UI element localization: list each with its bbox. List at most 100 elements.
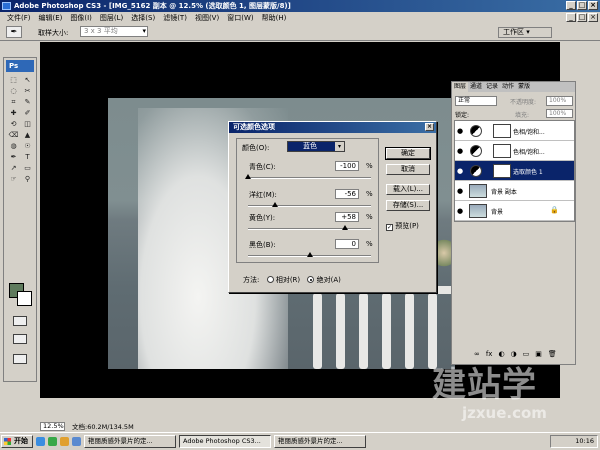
- magic-wand-tool-icon[interactable]: ✂: [21, 86, 34, 96]
- layer-row-selected[interactable]: ● 选取颜色 1: [455, 161, 574, 181]
- tab-masks[interactable]: 蒙版: [516, 82, 532, 92]
- menu-file[interactable]: 文件(F): [3, 13, 35, 23]
- black-slider-thumb[interactable]: [306, 252, 313, 257]
- save-button[interactable]: 存储(S)...: [386, 200, 430, 211]
- load-button[interactable]: 载入(L)...: [386, 184, 430, 195]
- menu-view[interactable]: 视图(V): [191, 13, 223, 23]
- ie-icon[interactable]: [36, 437, 45, 446]
- clock[interactable]: 10:16: [575, 436, 594, 447]
- tab-channels[interactable]: 通道: [468, 82, 484, 92]
- minimize-button[interactable]: _: [566, 1, 576, 10]
- background-color-swatch[interactable]: [17, 291, 32, 306]
- shape-tool-icon[interactable]: ▭: [21, 163, 34, 173]
- screen-mode-icon[interactable]: [13, 334, 27, 344]
- clone-stamp-tool-icon[interactable]: ◫: [21, 119, 34, 129]
- sample-size-select[interactable]: 3 x 3 平均: [80, 26, 148, 37]
- maximize-button[interactable]: □: [577, 1, 587, 10]
- crop-tool-icon[interactable]: ⌗: [7, 97, 20, 107]
- doc-maximize-button[interactable]: □: [577, 13, 587, 22]
- yellow-slider-thumb[interactable]: [342, 225, 349, 230]
- yellow-input[interactable]: +58: [335, 212, 359, 222]
- yellow-slider-track[interactable]: [248, 225, 371, 230]
- blur-tool-icon[interactable]: ◍: [7, 141, 20, 151]
- magenta-input[interactable]: -56: [335, 189, 359, 199]
- tab-layers[interactable]: 图层: [452, 82, 469, 92]
- dialog-close-button[interactable]: ×: [425, 123, 434, 131]
- tab-actions[interactable]: 动作: [500, 82, 516, 92]
- workspace-button[interactable]: 工作区 ▾: [498, 27, 552, 38]
- link-layers-icon[interactable]: ∞: [474, 350, 480, 358]
- document-size[interactable]: 文档:60.2M/134.5M: [72, 422, 134, 432]
- menu-filter[interactable]: 滤镜(T): [159, 13, 191, 23]
- trash-icon[interactable]: 🗑: [548, 350, 557, 358]
- start-button[interactable]: 开始: [1, 435, 33, 448]
- dodge-tool-icon[interactable]: ☉: [21, 141, 34, 151]
- task-button-explorer[interactable]: 艳丽质感外景片的定...: [84, 435, 176, 448]
- task-button-browser[interactable]: 艳丽质感外景片的定...: [274, 435, 366, 448]
- move-tool-icon[interactable]: ↖: [21, 75, 34, 85]
- tab-history[interactable]: 记录: [484, 82, 500, 92]
- opacity-input[interactable]: 100%: [546, 96, 573, 106]
- eye-icon[interactable]: ●: [457, 187, 465, 195]
- cyan-input[interactable]: -100: [335, 161, 359, 171]
- magenta-slider-track[interactable]: [248, 202, 371, 207]
- hand-tool-icon[interactable]: ☞: [7, 174, 20, 184]
- lasso-tool-icon[interactable]: ◌: [7, 86, 20, 96]
- menu-help[interactable]: 帮助(H): [258, 13, 291, 23]
- add-mask-icon[interactable]: ◐: [498, 350, 504, 358]
- close-button[interactable]: ×: [588, 1, 598, 10]
- eye-icon[interactable]: ●: [457, 127, 465, 135]
- zoom-tool-icon[interactable]: ⚲: [21, 174, 34, 184]
- folder-icon[interactable]: [60, 437, 69, 446]
- eraser-tool-icon[interactable]: ⌫: [7, 130, 20, 140]
- layer-row[interactable]: ● 色相/饱和...: [455, 141, 574, 161]
- layer-mask-thumb[interactable]: [493, 144, 511, 158]
- layer-row[interactable]: ● 背景 副本: [455, 181, 574, 201]
- slice-tool-icon[interactable]: ✎: [21, 97, 34, 107]
- adjustment-icon[interactable]: ◑: [511, 350, 517, 358]
- media-icon[interactable]: [48, 437, 57, 446]
- healing-tool-icon[interactable]: ✚: [7, 108, 20, 118]
- marquee-tool-icon[interactable]: ⬚: [7, 75, 20, 85]
- eye-icon[interactable]: ●: [457, 147, 465, 155]
- eye-icon[interactable]: ●: [457, 167, 465, 175]
- group-icon[interactable]: ▭: [523, 350, 530, 358]
- preview-option[interactable]: ✓ 预览(P): [386, 221, 419, 231]
- ok-button[interactable]: 确定: [385, 147, 431, 160]
- doc-minimize-button[interactable]: _: [566, 13, 576, 22]
- absolute-radio[interactable]: [307, 276, 315, 283]
- color-select[interactable]: 蓝色 ▾: [287, 141, 345, 152]
- path-select-tool-icon[interactable]: ↗: [7, 163, 20, 173]
- menu-window[interactable]: 窗口(W): [223, 13, 257, 23]
- preview-checkbox[interactable]: ✓: [386, 224, 393, 231]
- magenta-slider-thumb[interactable]: [272, 202, 279, 207]
- layer-row[interactable]: ● 色相/饱和...: [455, 121, 574, 141]
- brush-tool-icon[interactable]: ✐: [21, 108, 34, 118]
- type-tool-icon[interactable]: T: [21, 152, 34, 162]
- gradient-tool-icon[interactable]: ▲: [21, 130, 34, 140]
- black-slider-track[interactable]: [248, 252, 371, 257]
- pen-tool-icon[interactable]: ✒: [7, 152, 20, 162]
- cyan-slider-thumb[interactable]: [245, 174, 251, 179]
- relative-radio[interactable]: [266, 276, 274, 283]
- cyan-slider-track[interactable]: [245, 174, 371, 179]
- zoom-input[interactable]: 12.5%: [40, 422, 65, 431]
- layer-row[interactable]: ● 背景 🔒: [455, 201, 574, 221]
- menu-edit[interactable]: 编辑(E): [35, 13, 67, 23]
- imageready-icon[interactable]: [13, 354, 27, 364]
- layer-mask-thumb[interactable]: [493, 164, 511, 178]
- blend-mode-select[interactable]: 正常: [455, 96, 497, 106]
- black-input[interactable]: 0: [335, 239, 359, 249]
- history-brush-tool-icon[interactable]: ⟲: [7, 119, 20, 129]
- eye-icon[interactable]: ●: [457, 207, 465, 215]
- fill-input[interactable]: 100%: [546, 109, 573, 118]
- ps-logo[interactable]: Ps: [6, 60, 34, 72]
- eyedropper-tool-icon[interactable]: ✒: [6, 26, 22, 38]
- quick-mask-icon[interactable]: [13, 316, 27, 326]
- menu-image[interactable]: 图像(I): [66, 13, 96, 23]
- task-button-photoshop[interactable]: Adobe Photoshop CS3...: [179, 435, 271, 448]
- layer-mask-thumb[interactable]: [493, 124, 511, 138]
- cancel-button[interactable]: 取消: [386, 164, 430, 175]
- desktop-icon[interactable]: [72, 437, 81, 446]
- new-layer-icon[interactable]: ▣: [535, 350, 542, 358]
